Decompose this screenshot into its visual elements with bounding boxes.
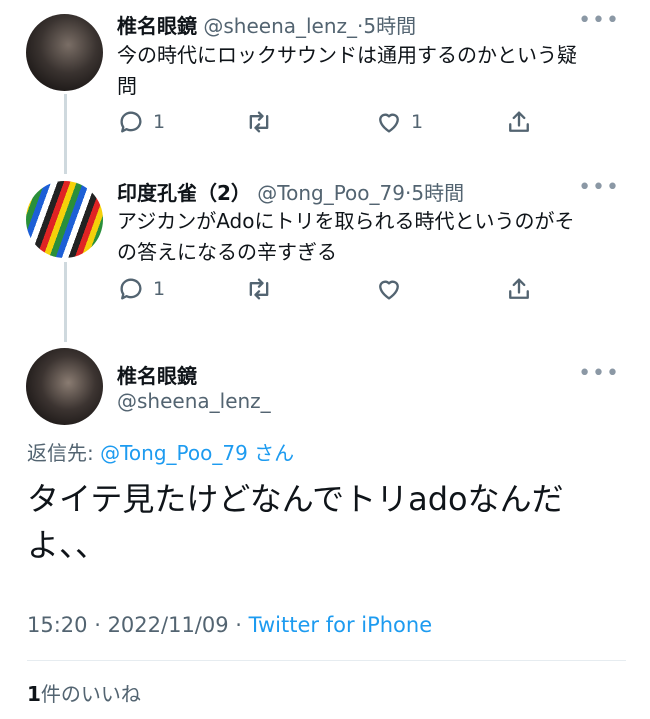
- main-tweet-name[interactable]: 椎名眼鏡: [117, 360, 197, 389]
- avatar[interactable]: [26, 14, 103, 91]
- display-name[interactable]: 印度孔雀（2）: [117, 181, 251, 205]
- tweet-text-line: アジカンがAdoにトリを取られる時代というのがそ: [117, 209, 575, 233]
- like-icon: [379, 113, 399, 133]
- tweet-header: 印度孔雀（2） @Tong_Poo_79·5時間: [117, 177, 464, 206]
- retweet-icon: [249, 278, 269, 300]
- display-name[interactable]: 椎名眼鏡: [117, 14, 197, 38]
- likes-count: 1: [27, 682, 41, 706]
- tweet-text-line: の答えになるの辛すぎる: [117, 240, 337, 264]
- reply-icon: [120, 278, 142, 300]
- tweet-meta: 15:20 · 2022/11/09 · Twitter for iPhone: [27, 613, 432, 637]
- tweet-actions: 1 1: [117, 108, 537, 138]
- retweet-button[interactable]: [245, 275, 273, 303]
- divider: [27, 660, 626, 661]
- likes-summary[interactable]: 1件のいいね: [27, 678, 141, 707]
- tweet-text: 今の時代にロックサウンドは通用するのかという疑 問: [117, 40, 617, 102]
- reply-button[interactable]: 1: [117, 275, 165, 303]
- tweet-header: 椎名眼鏡 @sheena_lenz_·5時間: [117, 10, 416, 39]
- thread-line: [64, 262, 67, 342]
- reply-to-handle[interactable]: @Tong_Poo_79: [100, 441, 248, 465]
- avatar[interactable]: [26, 348, 103, 425]
- reply-count: 1: [153, 111, 166, 133]
- main-tweet-text-line: タイテ見たけどなんでトリadoなんだ: [27, 480, 564, 518]
- tweet-time: 15:20: [27, 613, 88, 637]
- display-name[interactable]: 椎名眼鏡: [117, 364, 197, 388]
- main-tweet-text: タイテ見たけどなんでトリadoなんだ よ、、: [27, 476, 607, 568]
- like-button[interactable]: [375, 275, 403, 303]
- tweet-source[interactable]: Twitter for iPhone: [249, 613, 433, 637]
- reply-suffix[interactable]: さん: [248, 441, 294, 465]
- main-tweet-text-line: よ、、: [27, 526, 108, 564]
- like-count: 1: [411, 111, 424, 133]
- timestamp[interactable]: 5時間: [363, 14, 416, 38]
- share-icon: [509, 278, 529, 299]
- meta-separator: ·: [87, 613, 108, 637]
- retweet-icon: [249, 111, 269, 133]
- tweet-actions: 1: [117, 275, 537, 305]
- share-button[interactable]: [505, 275, 533, 303]
- reply-count: 1: [153, 278, 166, 300]
- tweet-text: アジカンがAdoにトリを取られる時代というのがそ の答えになるの辛すぎる: [117, 206, 617, 268]
- more-icon[interactable]: •••: [578, 8, 620, 33]
- thread-line: [64, 94, 67, 174]
- avatar[interactable]: [26, 181, 103, 258]
- tweet-text-line: 今の時代にロックサウンドは通用するのかという疑: [117, 43, 577, 67]
- user-handle[interactable]: @sheena_lenz_: [203, 14, 357, 38]
- reply-button[interactable]: 1: [117, 108, 165, 136]
- reply-icon: [120, 111, 142, 133]
- likes-label: 件のいいね: [40, 682, 141, 706]
- user-handle[interactable]: @Tong_Poo_79: [257, 181, 405, 205]
- share-icon: [509, 111, 529, 132]
- tweet-date: 2022/11/09: [107, 613, 229, 637]
- share-button[interactable]: [505, 108, 533, 136]
- meta-separator: ·: [228, 613, 249, 637]
- tweet-text-line: 問: [117, 74, 137, 98]
- user-handle[interactable]: @sheena_lenz_: [117, 389, 271, 413]
- more-icon[interactable]: •••: [578, 175, 620, 200]
- timestamp[interactable]: 5時間: [411, 181, 464, 205]
- like-button[interactable]: 1: [375, 108, 423, 136]
- retweet-button[interactable]: [245, 108, 273, 136]
- more-icon[interactable]: •••: [578, 361, 620, 386]
- replying-to: 返信先: @Tong_Poo_79 さん: [27, 437, 294, 466]
- main-tweet-handle[interactable]: @sheena_lenz_: [117, 389, 271, 413]
- like-icon: [379, 280, 399, 300]
- reply-prefix: 返信先:: [27, 441, 101, 465]
